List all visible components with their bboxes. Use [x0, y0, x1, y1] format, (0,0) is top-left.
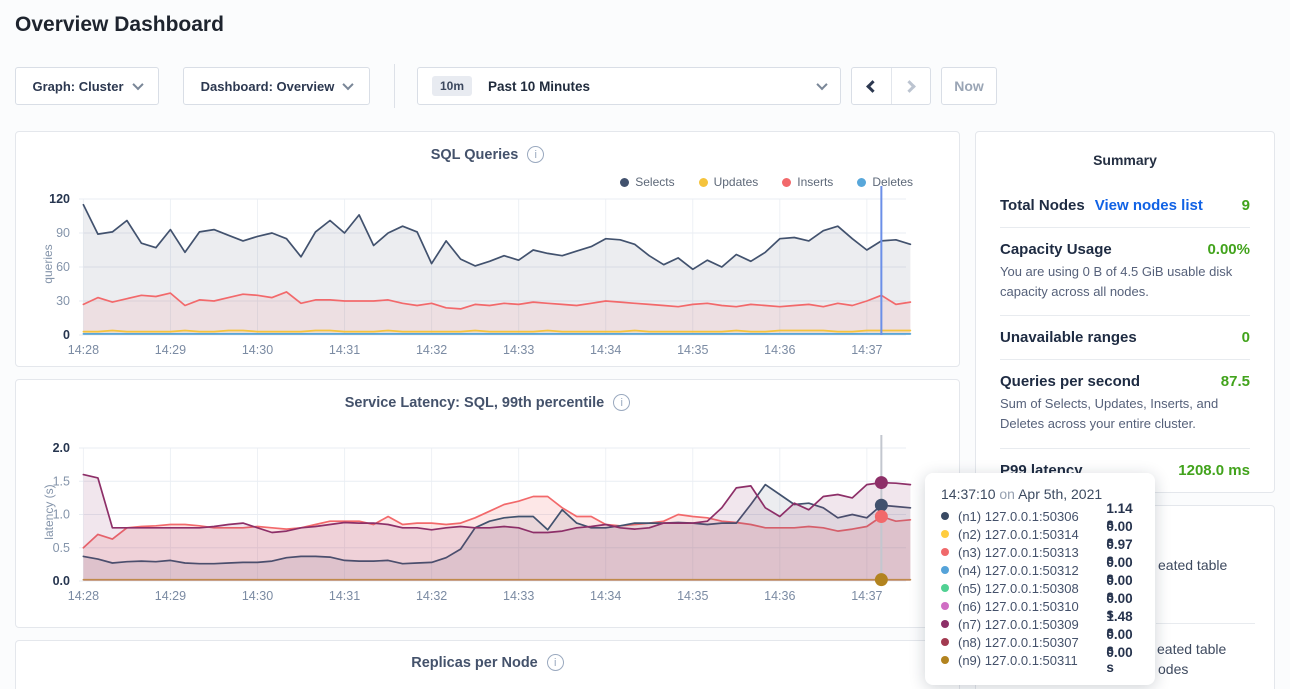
svg-text:1.0: 1.0 — [53, 508, 70, 522]
svg-text:90: 90 — [56, 226, 70, 240]
svg-text:14:28: 14:28 — [68, 343, 99, 357]
svg-text:14:30: 14:30 — [242, 589, 273, 603]
metric-unavailable-ranges: Unavailable ranges 0 — [1000, 315, 1250, 359]
svg-text:0: 0 — [63, 328, 70, 342]
svg-text:30: 30 — [56, 294, 70, 308]
time-range-label: Past 10 Minutes — [488, 79, 590, 94]
svg-text:14:36: 14:36 — [764, 589, 795, 603]
capacity-usage-description: You are using 0 B of 4.5 GiB usable disk… — [1000, 262, 1250, 302]
svg-text:120: 120 — [49, 192, 70, 206]
node-color-dot-icon — [941, 638, 949, 646]
queries-per-second-value: 87.5 — [1221, 373, 1250, 390]
svg-text:14:28: 14:28 — [68, 589, 99, 603]
graph-scope-dropdown[interactable]: Graph: Cluster — [15, 67, 159, 105]
capacity-usage-value: 0.00% — [1207, 241, 1250, 258]
chevron-down-icon — [343, 79, 354, 90]
replicas-per-node-chart-panel: Replicas per Node i — [15, 640, 960, 689]
tooltip-timestamp: 14:37:10 on Apr 5th, 2021 — [941, 486, 1143, 502]
svg-text:14:34: 14:34 — [590, 343, 621, 357]
now-button[interactable]: Now — [941, 67, 997, 105]
time-back-button[interactable] — [852, 68, 891, 104]
event-text-fragment: odes — [1158, 661, 1188, 677]
svg-text:14:32: 14:32 — [416, 589, 447, 603]
overview-dashboard-page: Overview Dashboard Graph: Cluster Dashbo… — [0, 0, 1290, 689]
event-text-fragment: eated table — [1158, 557, 1227, 573]
svg-text:14:31: 14:31 — [329, 589, 360, 603]
time-range-dropdown[interactable]: 10m Past 10 Minutes — [417, 67, 841, 105]
service-latency-chart-panel: Service Latency: SQL, 99th percentile i … — [15, 379, 960, 628]
svg-text:14:34: 14:34 — [590, 589, 621, 603]
unavailable-ranges-value: 0 — [1242, 329, 1250, 346]
chevron-left-icon — [866, 80, 879, 93]
graph-scope-label: Graph: Cluster — [32, 79, 123, 94]
node-color-dot-icon — [941, 620, 949, 628]
svg-text:0.0: 0.0 — [53, 574, 70, 588]
p99-latency-value: 1208.0 ms — [1178, 462, 1250, 479]
svg-text:14:32: 14:32 — [416, 343, 447, 357]
metric-total-nodes: Total Nodes View nodes list 9 — [1000, 184, 1250, 227]
summary-panel: Summary Total Nodes View nodes list 9 Ca… — [975, 131, 1275, 493]
svg-text:14:37: 14:37 — [851, 343, 882, 357]
service-latency-chart[interactable]: 14:28 14:29 14:30 14:31 14:32 14:33 14:34 14:35… — [16, 380, 959, 627]
node-color-dot-icon — [941, 656, 949, 664]
svg-text:14:35: 14:35 — [677, 343, 708, 357]
view-nodes-list-link[interactable]: View nodes list — [1095, 197, 1203, 214]
events-divider — [1156, 623, 1255, 624]
metric-queries-per-second: Queries per second 87.5 Sum of Selects, … — [1000, 359, 1250, 447]
svg-text:60: 60 — [56, 260, 70, 274]
svg-text:14:36: 14:36 — [764, 343, 795, 357]
chevron-down-icon — [132, 79, 143, 90]
node-color-dot-icon — [941, 530, 949, 538]
queries-per-second-description: Sum of Selects, Updates, Inserts, and De… — [1000, 394, 1250, 434]
chevron-down-icon — [816, 79, 827, 90]
tooltip-row: (n9) 127.0.0.1:50311 0.00 s — [941, 651, 1143, 669]
summary-heading: Summary — [1000, 152, 1250, 168]
node-color-dot-icon — [941, 584, 949, 592]
svg-text:14:31: 14:31 — [329, 343, 360, 357]
chart-hover-tooltip: 14:37:10 on Apr 5th, 2021 (n1) 127.0.0.1… — [925, 473, 1155, 685]
dashboard-label: Dashboard: Overview — [201, 79, 335, 94]
sql-queries-chart-panel: SQL Queries i Selects Updates Inserts De… — [15, 131, 960, 367]
time-range-badge: 10m — [432, 76, 472, 96]
svg-text:14:29: 14:29 — [155, 343, 186, 357]
replicas-per-node-chart-title: Replicas per Node — [411, 655, 538, 671]
sql-queries-chart[interactable]: 14:28 14:29 14:30 14:31 14:32 14:33 14:34 14:35… — [16, 132, 959, 366]
svg-text:14:35: 14:35 — [677, 589, 708, 603]
svg-text:14:30: 14:30 — [242, 343, 273, 357]
time-step-buttons — [851, 67, 931, 105]
node-color-dot-icon — [941, 512, 949, 520]
svg-text:14:33: 14:33 — [503, 589, 534, 603]
svg-text:0.5: 0.5 — [53, 541, 70, 555]
svg-text:2.0: 2.0 — [53, 441, 70, 455]
page-title: Overview Dashboard — [15, 13, 224, 37]
svg-text:1.5: 1.5 — [53, 474, 70, 488]
info-icon[interactable]: i — [547, 654, 564, 671]
svg-text:14:29: 14:29 — [155, 589, 186, 603]
svg-text:14:33: 14:33 — [503, 343, 534, 357]
svg-text:14:37: 14:37 — [851, 589, 882, 603]
dashboard-dropdown[interactable]: Dashboard: Overview — [183, 67, 370, 105]
metric-capacity-usage: Capacity Usage 0.00% You are using 0 B o… — [1000, 227, 1250, 315]
total-nodes-value: 9 — [1242, 197, 1250, 214]
node-color-dot-icon — [941, 602, 949, 610]
event-text-fragment: eated table — [1157, 641, 1226, 657]
time-forward-button[interactable] — [891, 68, 931, 104]
node-color-dot-icon — [941, 566, 949, 574]
node-color-dot-icon — [941, 548, 949, 556]
chevron-right-icon — [903, 80, 916, 93]
toolbar-divider — [394, 64, 395, 108]
